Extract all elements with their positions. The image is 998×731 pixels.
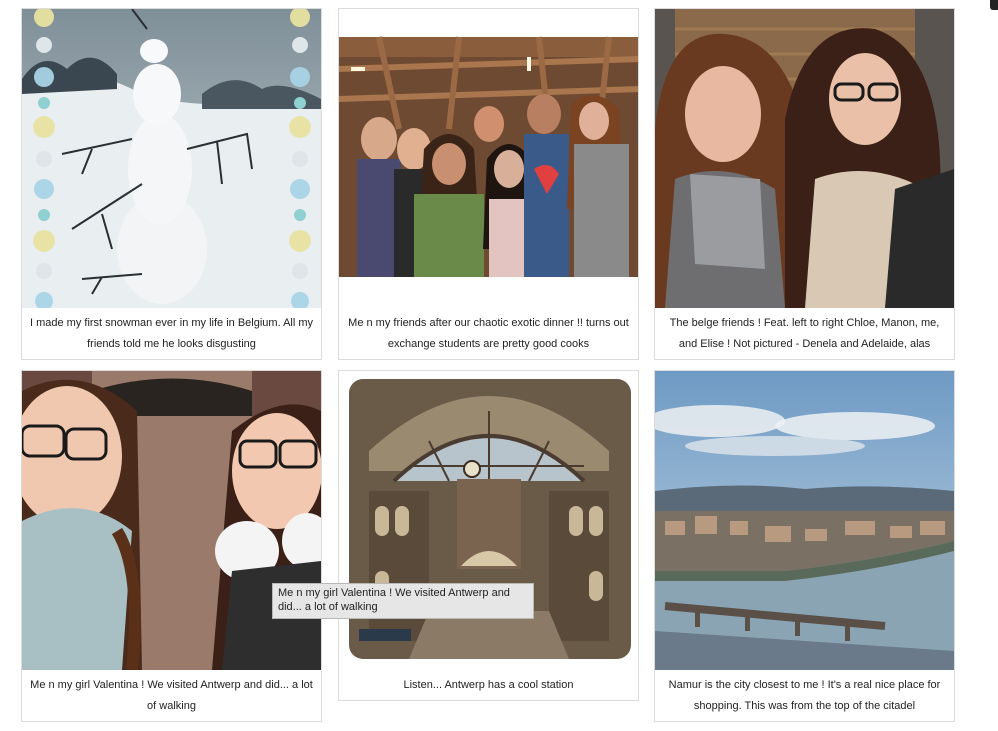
photo-caption: Namur is the city closest to me ! It's a… — [668, 679, 941, 712]
image-tooltip: Me n my girl Valentina ! We visited Antw… — [272, 583, 534, 619]
group-photo[interactable] — [339, 9, 638, 308]
gallery-card[interactable]: I made my first snowman ever in my life … — [21, 8, 322, 360]
gallery-card[interactable]: Me n my girl Valentina ! We visited Antw… — [21, 370, 322, 722]
antwerp-station-photo[interactable] — [339, 371, 638, 670]
valentina-photo[interactable] — [22, 371, 321, 670]
photo-caption: The belge friends ! Feat. left to right … — [669, 317, 940, 350]
gallery-card[interactable]: Me n my friends after our chaotic exotic… — [338, 8, 639, 360]
selfie-photo[interactable] — [655, 9, 954, 308]
namur-photo[interactable] — [655, 371, 954, 670]
photo-caption: Listen... Antwerp has a cool station — [403, 679, 574, 691]
snowman-photo[interactable] — [22, 9, 321, 308]
photo-caption: Me n my friends after our chaotic exotic… — [348, 317, 629, 350]
photo-caption: I made my first snowman ever in my life … — [29, 317, 314, 350]
scrollbar-handle[interactable] — [990, 0, 998, 10]
gallery-card[interactable]: The belge friends ! Feat. left to right … — [654, 8, 955, 360]
gallery-card[interactable]: Namur is the city closest to me ! It's a… — [654, 370, 955, 722]
photo-caption: Me n my girl Valentina ! We visited Antw… — [30, 679, 313, 712]
gallery-card[interactable]: Listen... Antwerp has a cool station — [338, 370, 639, 701]
